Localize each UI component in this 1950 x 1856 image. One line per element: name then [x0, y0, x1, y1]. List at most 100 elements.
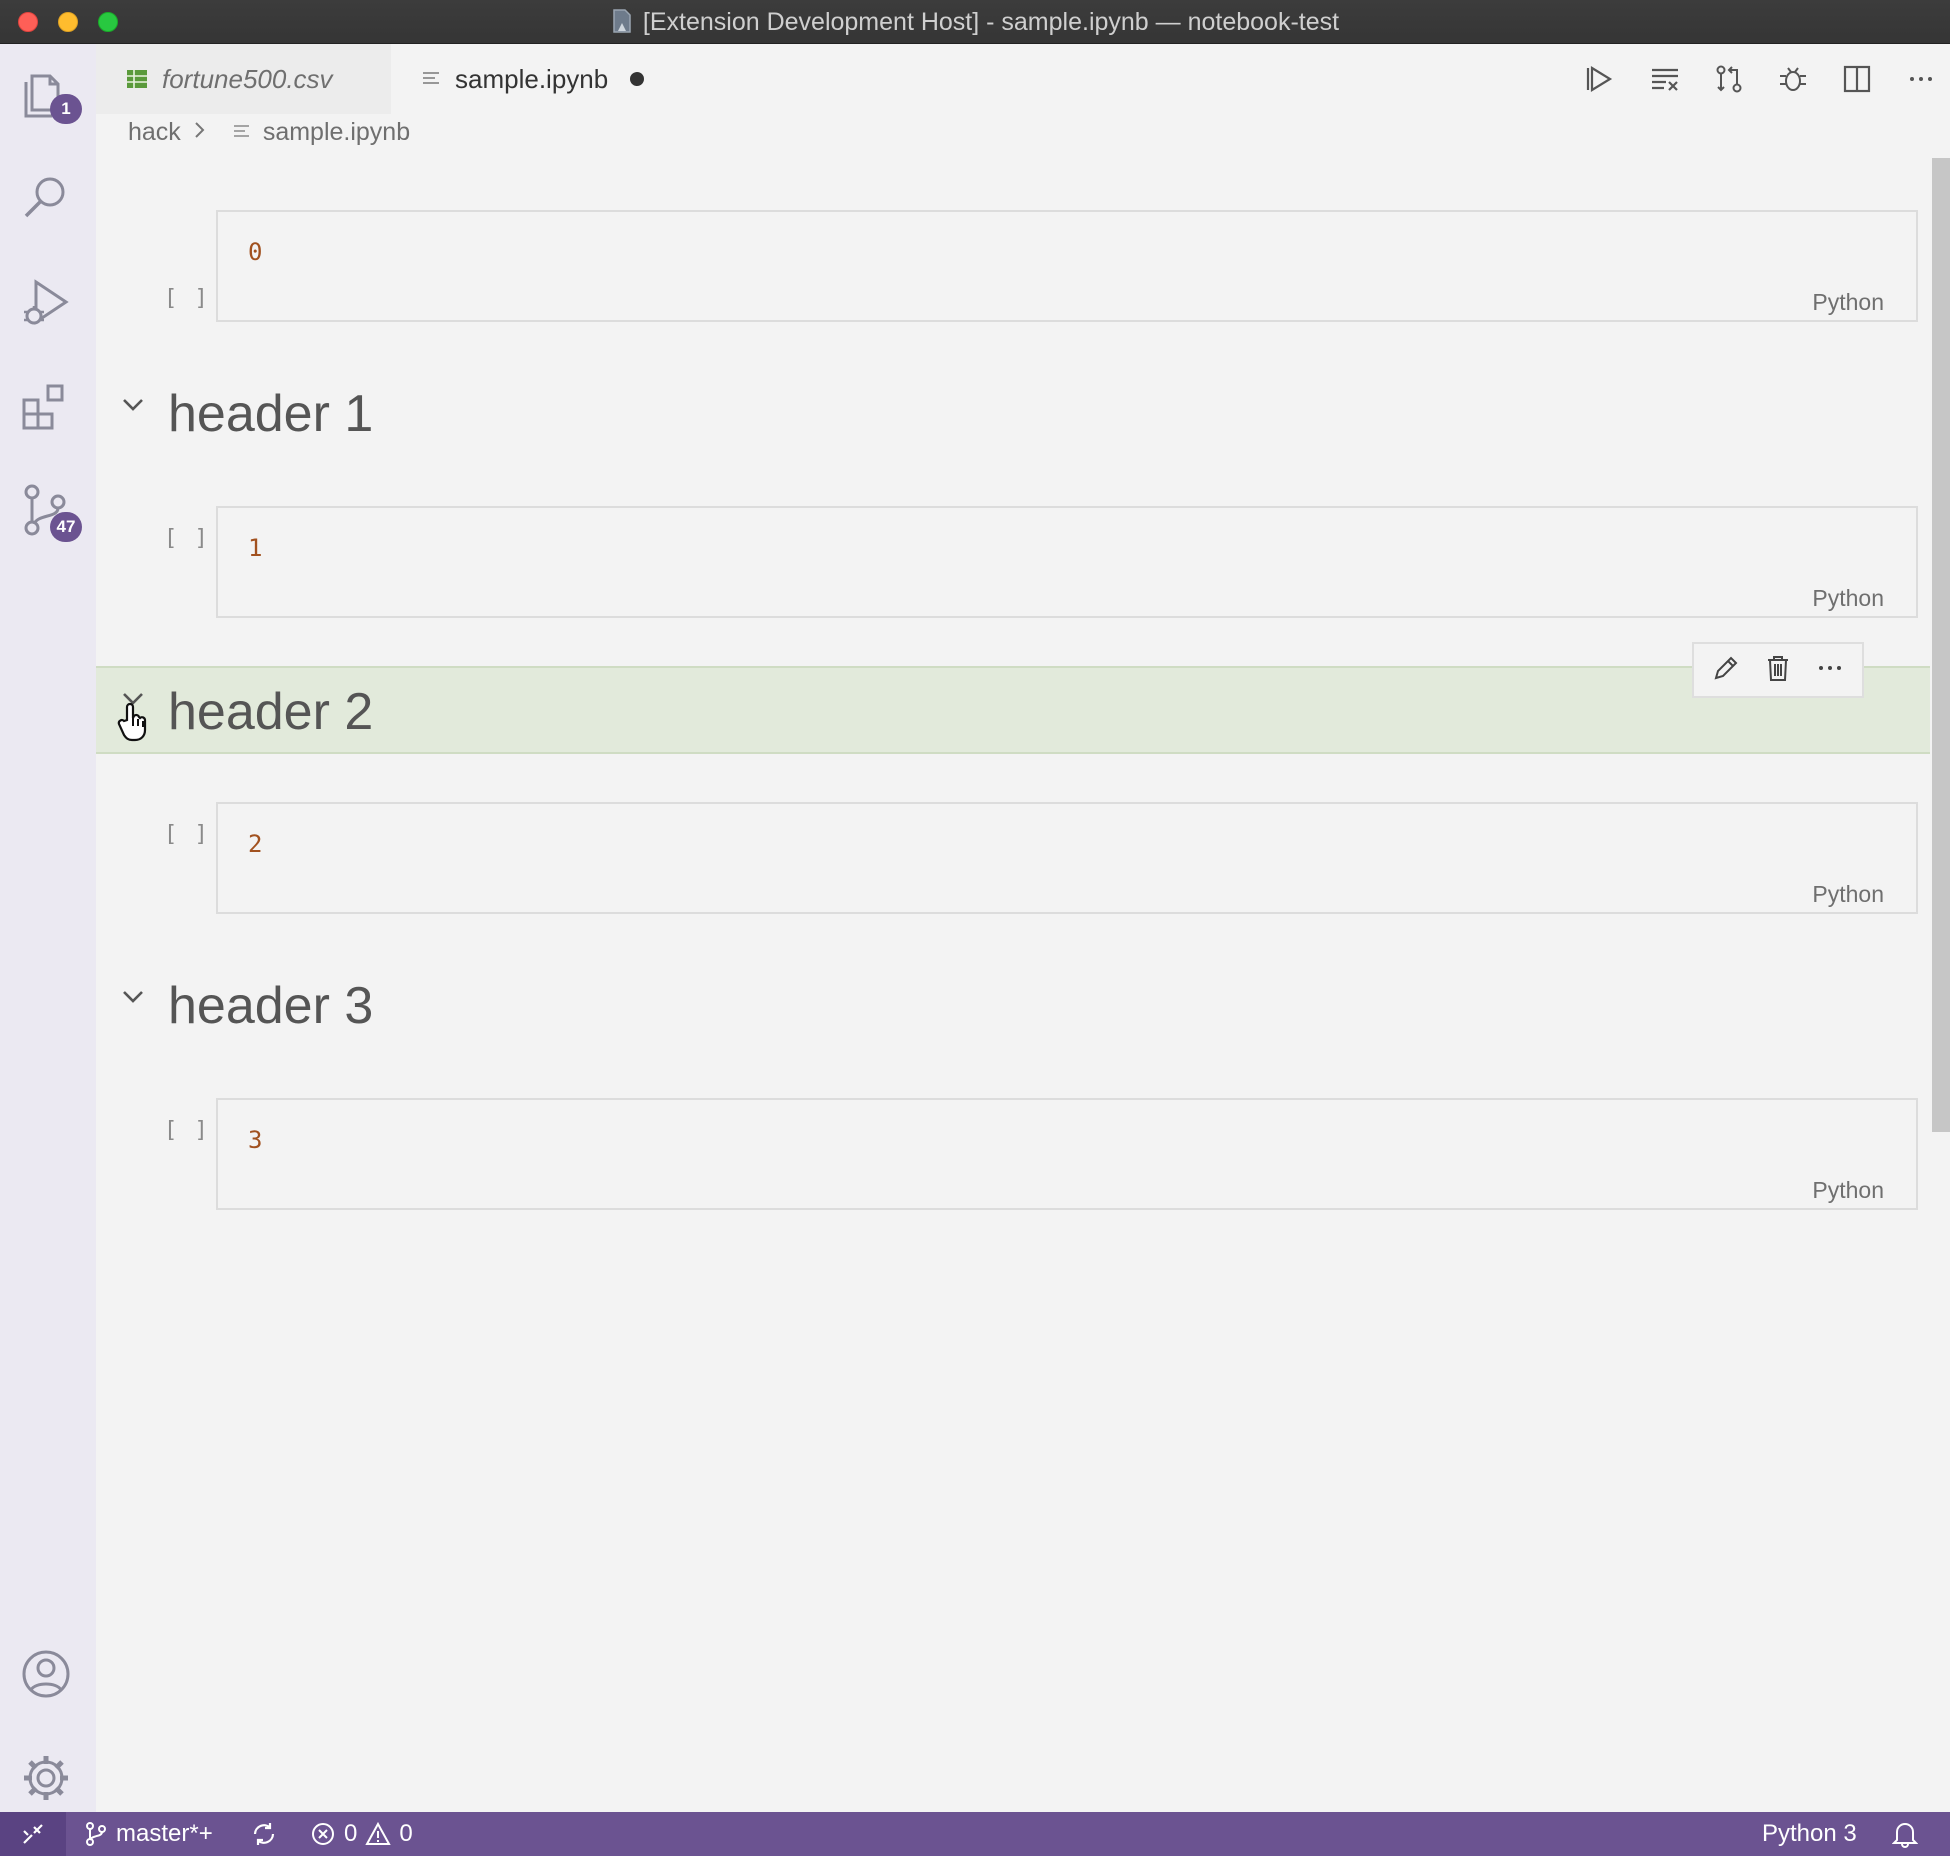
accounts-button[interactable] [18, 1646, 78, 1706]
cell-language-label[interactable]: Python [1812, 289, 1884, 316]
notebook-file-icon [233, 118, 251, 147]
sync-button[interactable] [250, 1820, 278, 1848]
more-actions-button[interactable] [1900, 58, 1942, 100]
kernel-status[interactable]: Python 3 [1762, 1820, 1857, 1848]
bell-icon [1892, 1823, 1918, 1848]
source-control-button[interactable]: 47 [18, 482, 82, 542]
code-cell-row: [ ] 2 Python [96, 802, 1930, 914]
tab-label: fortune500.csv [162, 63, 333, 94]
markdown-heading: header 3 [168, 977, 374, 1035]
markdown-heading: header 1 [168, 385, 374, 443]
sync-icon [253, 1823, 275, 1845]
cell-language-label[interactable]: Python [1812, 881, 1884, 908]
cell-language-label[interactable]: Python [1812, 585, 1884, 612]
cell-code[interactable]: 0 [248, 238, 262, 266]
manage-button[interactable] [18, 1750, 78, 1810]
cell-language-label[interactable]: Python [1812, 1177, 1884, 1204]
chevron-down-icon[interactable] [116, 980, 150, 1014]
execution-count: [ ] [164, 1118, 210, 1143]
scm-badge: 47 [50, 512, 82, 542]
cell-code[interactable]: 2 [248, 830, 262, 858]
error-count: 0 [344, 1820, 358, 1847]
markdown-cell-selected[interactable]: header 2 [96, 642, 1930, 754]
branch-status[interactable]: master*+ [84, 1820, 213, 1848]
git-branch-icon [86, 1822, 106, 1846]
cell-toolbar [1692, 642, 1864, 698]
execution-count: [ ] [164, 526, 210, 551]
status-bar: master*+ 0 0 Python 3 [0, 1812, 1950, 1856]
notebook-file-icon [421, 70, 441, 88]
markdown-cell[interactable]: header 3 [96, 962, 1930, 1050]
code-cell-editor[interactable]: 0 Python [216, 210, 1918, 322]
breadcrumb-file[interactable]: sample.ipynb [263, 118, 410, 147]
markdown-cell[interactable]: header 1 [96, 370, 1930, 458]
run-all-button[interactable] [1580, 58, 1622, 100]
chevron-down-icon[interactable] [116, 388, 150, 422]
hand-cursor-icon [116, 702, 152, 742]
bug-icon [1780, 67, 1806, 91]
tab-fortune500-csv[interactable]: fortune500.csv [96, 44, 391, 114]
split-editor-button[interactable] [1836, 58, 1878, 100]
search-button[interactable] [18, 170, 78, 230]
code-cell-editor[interactable]: 1 Python [216, 506, 1918, 618]
tab-bar: fortune500.csv sample.ipynb [96, 44, 1950, 114]
breadcrumb: hack sample.ipynb [128, 118, 410, 147]
notifications-button[interactable] [1892, 1820, 1918, 1848]
execution-count: [ ] [164, 822, 210, 847]
code-cell-editor[interactable]: 3 Python [216, 1098, 1918, 1210]
problems-status[interactable]: 0 0 [310, 1820, 413, 1848]
code-cell-editor[interactable]: 2 Python [216, 802, 1918, 914]
code-cell-row: [ ] 3 Python [96, 1098, 1930, 1210]
explorer-button[interactable]: 1 [18, 64, 82, 124]
ellipsis-icon [1910, 77, 1932, 81]
remote-icon [23, 1824, 43, 1844]
activity-bar: 1 47 [0, 44, 96, 1812]
run-debug-button[interactable] [18, 274, 78, 334]
vertical-scrollbar[interactable] [1930, 156, 1950, 1812]
warning-count: 0 [399, 1820, 413, 1847]
search-icon [24, 177, 65, 218]
warning-icon [365, 1821, 392, 1845]
scrollbar-thumb[interactable] [1932, 158, 1950, 1132]
pencil-icon [1714, 656, 1738, 679]
code-cell-row: [ ] 1 Python [96, 506, 1930, 618]
title-bar: [Extension Development Host] - sample.ip… [0, 0, 1950, 44]
split-editor-icon [1843, 65, 1871, 93]
explorer-badge: 1 [50, 94, 82, 124]
compare-changes-icon [1716, 65, 1742, 93]
extensions-button[interactable] [18, 378, 78, 438]
code-cell-row: [ ] 0 Python [96, 210, 1930, 322]
kernel-name: Python 3 [1762, 1820, 1857, 1847]
table-file-icon [126, 68, 148, 90]
account-icon [22, 1650, 70, 1698]
document-icon [611, 9, 633, 33]
extensions-icon [22, 384, 64, 430]
execution-count: [ ] [164, 286, 210, 311]
editor-toolbar [1580, 58, 1942, 100]
clear-outputs-button[interactable] [1644, 58, 1686, 100]
markdown-heading: header 2 [168, 683, 374, 741]
cell-code[interactable]: 1 [248, 534, 262, 562]
tab-sample-ipynb[interactable]: sample.ipynb [391, 44, 691, 114]
ellipsis-icon [1819, 665, 1841, 670]
unsaved-dot-icon[interactable] [630, 72, 645, 86]
trash-icon [1768, 655, 1788, 681]
more-cell-actions-button[interactable] [1815, 653, 1845, 688]
clear-all-icon [1652, 68, 1678, 91]
error-icon [312, 1823, 334, 1845]
debug-button[interactable] [1772, 58, 1814, 100]
window-title: [Extension Development Host] - sample.ip… [642, 8, 1340, 36]
edit-cell-button[interactable] [1711, 653, 1741, 688]
cell-code[interactable]: 3 [248, 1126, 262, 1154]
delete-cell-button[interactable] [1763, 653, 1793, 688]
chevron-right-icon [193, 118, 207, 147]
notebook-editor: [ ] 0 Python header 1 [ ] 1 Python heade… [96, 156, 1950, 1812]
tab-label: sample.ipynb [455, 63, 609, 94]
branch-name: master*+ [116, 1820, 213, 1847]
breadcrumb-folder[interactable]: hack [128, 118, 181, 147]
run-debug-icon [24, 279, 69, 325]
gear-icon [24, 1756, 68, 1800]
run-all-icon [1586, 66, 1613, 92]
remote-button[interactable] [0, 1812, 66, 1856]
open-changes-button[interactable] [1708, 58, 1750, 100]
